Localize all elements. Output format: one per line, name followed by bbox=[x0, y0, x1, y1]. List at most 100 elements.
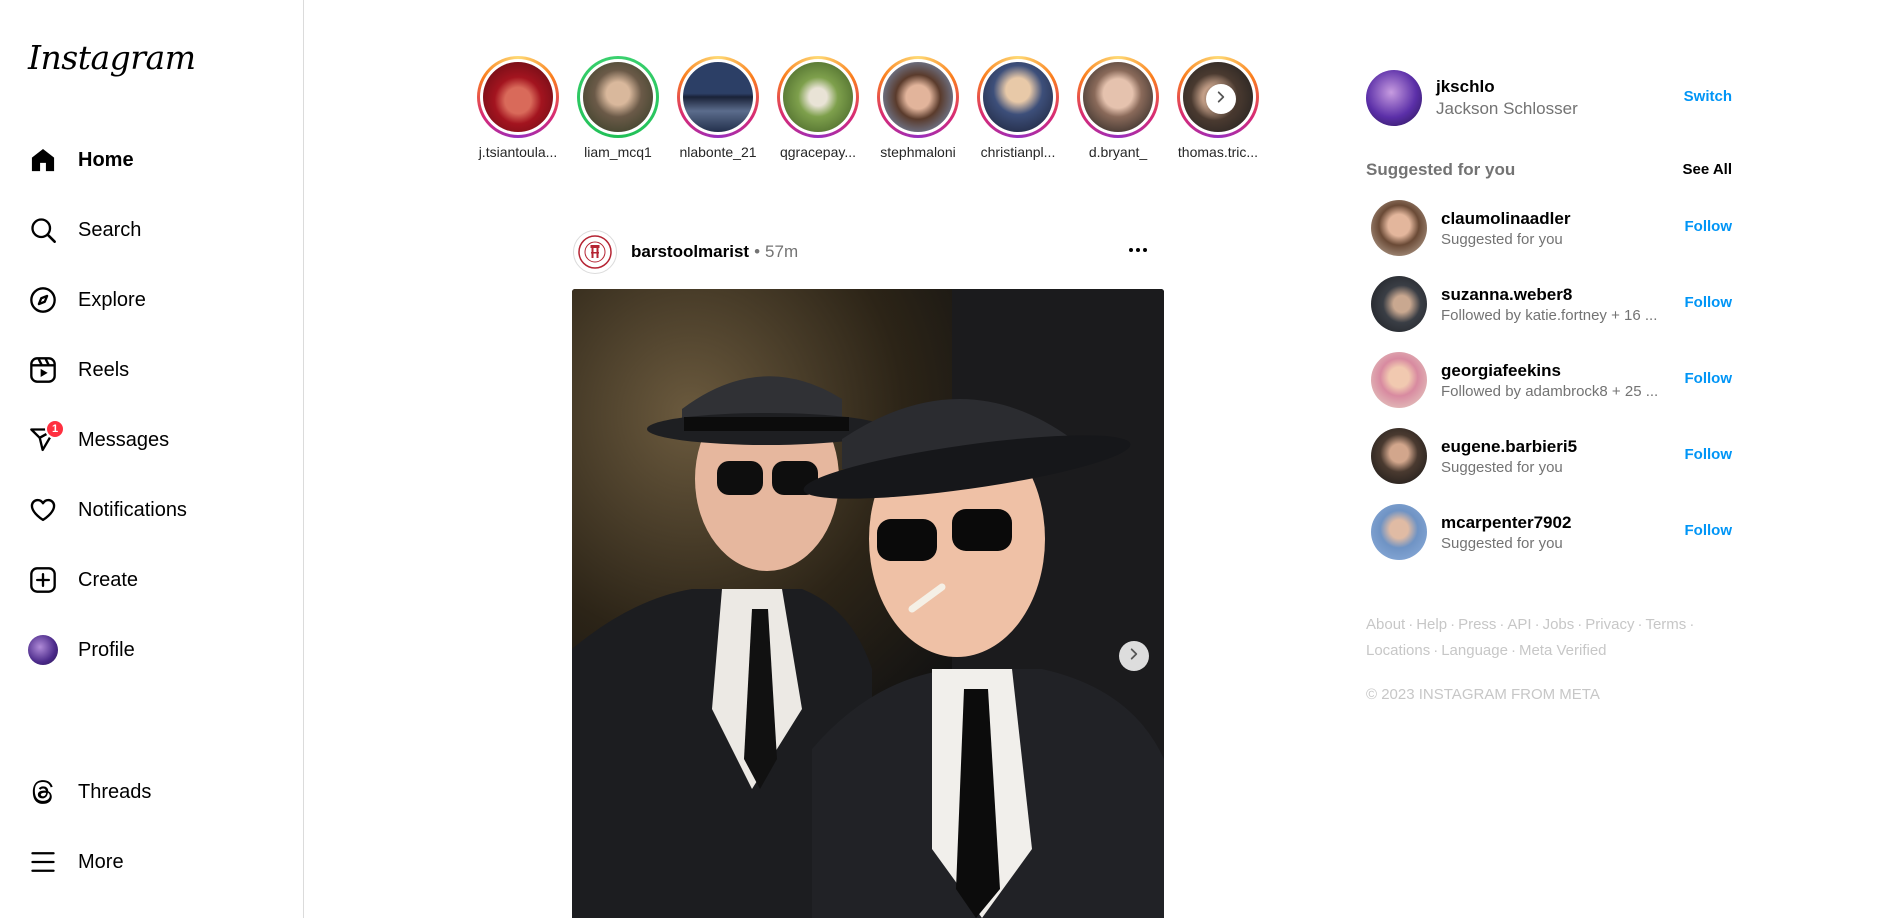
carousel-next-button[interactable] bbox=[1119, 641, 1149, 671]
avatar[interactable] bbox=[573, 230, 617, 274]
avatar[interactable] bbox=[1371, 504, 1427, 560]
footer-separator: · bbox=[1510, 642, 1516, 659]
sidebar-item-messages[interactable]: 1 Messages bbox=[28, 419, 278, 460]
sidebar-item-threads[interactable]: Threads bbox=[28, 772, 278, 812]
sidebar-item-label: Threads bbox=[78, 780, 152, 803]
avatar bbox=[883, 62, 953, 132]
switch-account-button[interactable]: Switch bbox=[1684, 88, 1732, 105]
follow-button[interactable]: Follow bbox=[1685, 218, 1733, 235]
suggestion-text: georgiafeekins Followed by adambrock8 + … bbox=[1441, 361, 1671, 400]
footer-separator: · bbox=[1499, 616, 1505, 633]
avatar[interactable] bbox=[1371, 200, 1427, 256]
story-item[interactable]: j.tsiantoula... bbox=[468, 56, 568, 160]
suggestion-text: eugene.barbieri5 Suggested for you bbox=[1441, 437, 1671, 476]
suggestion-subtitle: Suggested for you bbox=[1441, 458, 1563, 476]
sidebar-item-reels[interactable]: Reels bbox=[28, 350, 278, 390]
story-item[interactable]: liam_mcq1 bbox=[568, 56, 668, 160]
current-username[interactable]: jkschlo bbox=[1436, 77, 1578, 97]
reels-icon bbox=[28, 355, 58, 385]
suggestion-username[interactable]: georgiafeekins bbox=[1441, 361, 1671, 381]
post-username[interactable]: barstoolmarist bbox=[631, 242, 749, 262]
sidebar-item-label: More bbox=[78, 850, 124, 873]
footer-link-jobs[interactable]: Jobs bbox=[1543, 616, 1575, 633]
avatar[interactable] bbox=[1371, 428, 1427, 484]
footer-link-locations[interactable]: Locations bbox=[1366, 642, 1430, 659]
footer-link-press[interactable]: Press bbox=[1458, 616, 1496, 633]
footer-link-help[interactable]: Help bbox=[1416, 616, 1447, 633]
footer-link-terms[interactable]: Terms bbox=[1645, 616, 1686, 633]
footer-separator: · bbox=[1689, 616, 1695, 633]
sidebar-item-explore[interactable]: Explore bbox=[28, 280, 278, 320]
footer-separator: · bbox=[1450, 616, 1456, 633]
post-image[interactable] bbox=[572, 289, 1164, 918]
suggestion-username[interactable]: claumolinaadler bbox=[1441, 209, 1671, 229]
avatar bbox=[28, 635, 58, 665]
suggestion-text: suzanna.weber8 Followed by katie.fortney… bbox=[1441, 285, 1671, 324]
menu-icon bbox=[28, 847, 58, 877]
suggestion-subtitle: Suggested for you bbox=[1441, 534, 1563, 552]
sidebar-item-search[interactable]: Search bbox=[28, 210, 278, 250]
sidebar-item-profile[interactable]: Profile bbox=[28, 630, 278, 670]
footer-separator: · bbox=[1534, 616, 1540, 633]
footer-link-meta-verified[interactable]: Meta Verified bbox=[1519, 642, 1607, 659]
follow-button[interactable]: Follow bbox=[1685, 294, 1733, 311]
story-username: j.tsiantoula... bbox=[478, 144, 558, 160]
story-ring bbox=[977, 56, 1059, 138]
post-separator: • bbox=[754, 242, 761, 261]
story-item[interactable]: qgracepay... bbox=[768, 56, 868, 160]
story-ring bbox=[477, 56, 559, 138]
avatar[interactable] bbox=[1371, 352, 1427, 408]
stories-next-button[interactable] bbox=[1206, 84, 1236, 114]
suggestion-subtitle: Followed by katie.fortney + 16 ... bbox=[1441, 306, 1658, 324]
more-options-button[interactable] bbox=[1123, 237, 1153, 267]
compass-icon bbox=[28, 285, 58, 315]
story-item[interactable]: nlabonte_21 bbox=[668, 56, 768, 160]
avatar bbox=[1083, 62, 1153, 132]
see-all-button[interactable]: See All bbox=[1683, 161, 1732, 178]
post-timestamp[interactable]: 57m bbox=[765, 242, 798, 262]
footer-separator: · bbox=[1408, 616, 1414, 633]
suggestion-username[interactable]: mcarpenter7902 bbox=[1441, 513, 1671, 533]
story-item[interactable]: christianpl... bbox=[968, 56, 1068, 160]
footer-link-api[interactable]: API bbox=[1507, 616, 1531, 633]
avatar[interactable] bbox=[1371, 276, 1427, 332]
sidebar-item-label: Profile bbox=[78, 638, 135, 661]
sidebar-item-notifications[interactable]: Notifications bbox=[28, 490, 278, 530]
footer-separator: · bbox=[1637, 616, 1643, 633]
avatar[interactable] bbox=[1366, 70, 1422, 126]
suggestion-username[interactable]: suzanna.weber8 bbox=[1441, 285, 1671, 305]
avatar bbox=[583, 62, 653, 132]
story-ring bbox=[1077, 56, 1159, 138]
story-item[interactable]: stephmaloni bbox=[868, 56, 968, 160]
story-username: qgracepay... bbox=[779, 144, 856, 160]
heart-icon bbox=[28, 495, 58, 525]
suggestion-username[interactable]: eugene.barbieri5 bbox=[1441, 437, 1671, 457]
instagram-logo[interactable]: Instagram bbox=[28, 38, 196, 77]
post-header: barstoolmarist • 57m bbox=[573, 229, 1163, 275]
sidebar-item-label: Home bbox=[78, 148, 134, 171]
footer-separator: · bbox=[1433, 642, 1439, 659]
story-username: stephmaloni bbox=[880, 144, 956, 160]
sidebar-item-more[interactable]: More bbox=[28, 842, 278, 882]
story-username: liam_mcq1 bbox=[584, 144, 652, 160]
footer-link-privacy[interactable]: Privacy bbox=[1585, 616, 1634, 633]
suggestion-subtitle: Suggested for you bbox=[1441, 230, 1563, 248]
footer-link-about[interactable]: About bbox=[1366, 616, 1405, 633]
footer-separator: · bbox=[1577, 616, 1583, 633]
sidebar-item-home[interactable]: Home bbox=[28, 140, 278, 180]
sidebar-item-label: Messages bbox=[78, 428, 170, 451]
post-photo bbox=[572, 289, 1164, 918]
sidebar-item-label: Explore bbox=[78, 288, 146, 311]
threads-icon bbox=[28, 777, 58, 807]
current-account-text: jkschlo Jackson Schlosser bbox=[1436, 77, 1578, 119]
suggestion-text: claumolinaadler Suggested for you bbox=[1441, 209, 1671, 248]
follow-button[interactable]: Follow bbox=[1685, 370, 1733, 387]
sidebar-item-create[interactable]: Create bbox=[28, 560, 278, 600]
sidebar-item-label: Create bbox=[78, 568, 139, 591]
follow-button[interactable]: Follow bbox=[1685, 522, 1733, 539]
follow-button[interactable]: Follow bbox=[1685, 446, 1733, 463]
story-ring bbox=[577, 56, 659, 138]
sidebar: Instagram Home Search Explore Reels 1 Me… bbox=[0, 0, 304, 918]
footer-link-language[interactable]: Language bbox=[1441, 642, 1508, 659]
story-item[interactable]: d.bryant_ bbox=[1068, 56, 1168, 160]
